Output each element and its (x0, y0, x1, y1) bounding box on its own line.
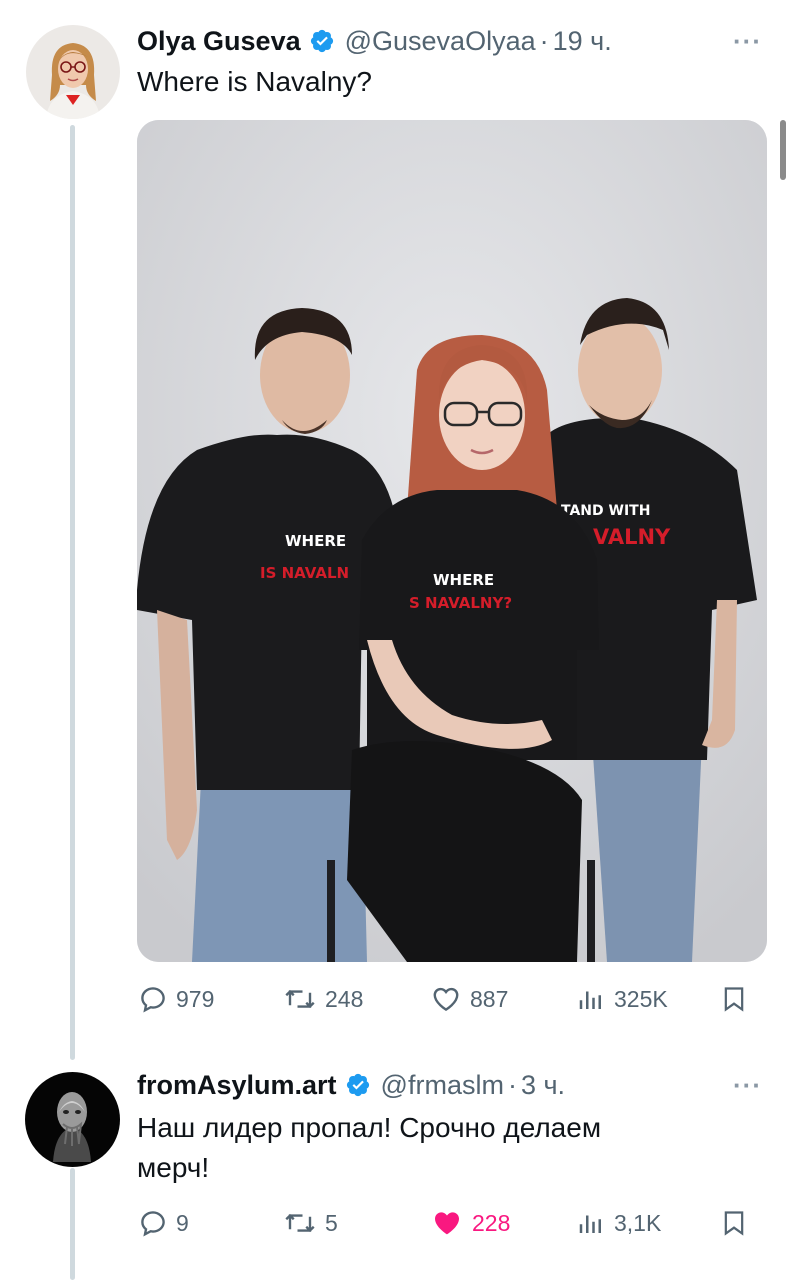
thread-line-top (70, 125, 75, 1060)
tweet2-header: fromAsylum.art @frmaslm · 3 ч. (137, 1068, 565, 1102)
shirt-text-right-line1: TAND WITH (561, 503, 650, 519)
repost-button[interactable]: 5 (283, 1203, 338, 1243)
views-icon (579, 991, 601, 1009)
like-button[interactable]: 228 (430, 1203, 510, 1243)
bookmark-button[interactable] (720, 979, 756, 1019)
display-name[interactable]: Olya Guseva (137, 26, 301, 57)
more-icon[interactable]: ··· (733, 1070, 762, 1101)
repost-count: 248 (325, 985, 364, 1012)
reply-count: 979 (176, 985, 215, 1012)
like-icon (435, 1212, 459, 1235)
reply-count: 9 (176, 1209, 189, 1236)
repost-count: 5 (325, 1209, 338, 1236)
views-count: 3,1K (614, 1209, 662, 1236)
repost-icon (285, 989, 315, 1009)
verified-badge-icon (309, 28, 335, 54)
display-name[interactable]: fromAsylum.art (137, 1070, 337, 1101)
separator: · (539, 25, 549, 56)
more-icon[interactable]: ··· (733, 26, 762, 57)
views-button[interactable]: 325K (576, 979, 668, 1019)
bookmark-icon (724, 1211, 744, 1236)
tweet2-text-line2: мерч! (137, 1152, 210, 1183)
reply-button[interactable]: 9 (138, 1203, 189, 1243)
bookmark-button[interactable] (720, 1203, 756, 1243)
timestamp[interactable]: 19 ч. (553, 26, 612, 57)
like-count: 228 (472, 1209, 511, 1236)
views-icon (579, 1215, 601, 1233)
tweet-media-photo[interactable]: TAND WITH VALNY WHERE IS NAVALN WHERE S … (137, 120, 767, 962)
tweet1-header: Olya Guseva @GusevaOlyaa · 19 ч. (137, 24, 612, 58)
repost-button[interactable]: 248 (283, 979, 363, 1019)
views-button[interactable]: 3,1K (576, 1203, 661, 1243)
shirt-text-center-line1: WHERE (433, 571, 494, 589)
reply-button[interactable]: 979 (138, 979, 214, 1019)
tweet2-text-line1: Наш лидер пропал! Срочно делаем (137, 1112, 602, 1143)
shirt-text-left-line2: IS NAVALN (260, 564, 349, 582)
like-count: 887 (470, 985, 509, 1012)
handle[interactable]: @frmaslm (381, 1070, 504, 1101)
reply-icon (141, 987, 165, 1013)
bookmark-icon (724, 987, 744, 1012)
tweet1-actions: 979 248 887 325K (0, 979, 794, 1019)
shirt-text-left-line1: WHERE (285, 532, 346, 550)
avatar-fromasylum[interactable] (25, 1072, 120, 1167)
shirt-text-center-line2: S NAVALNY? (409, 594, 512, 612)
avatar-olya-guseva[interactable] (26, 25, 120, 119)
separator: · (507, 1069, 517, 1100)
reply-icon (141, 1211, 165, 1237)
verified-badge-icon (345, 1072, 371, 1098)
views-count: 325K (614, 985, 668, 1012)
scrollbar[interactable] (780, 120, 786, 180)
tweet2-actions: 9 5 228 3,1K (0, 1203, 794, 1243)
shirt-text-right-line2: VALNY (593, 525, 671, 549)
like-button[interactable]: 887 (430, 979, 508, 1019)
like-icon (433, 987, 459, 1012)
repost-icon (285, 1213, 315, 1233)
timestamp[interactable]: 3 ч. (521, 1070, 565, 1101)
handle[interactable]: @GusevaOlyaa (345, 26, 536, 57)
tweet1-text: Where is Navalny? (137, 66, 372, 97)
